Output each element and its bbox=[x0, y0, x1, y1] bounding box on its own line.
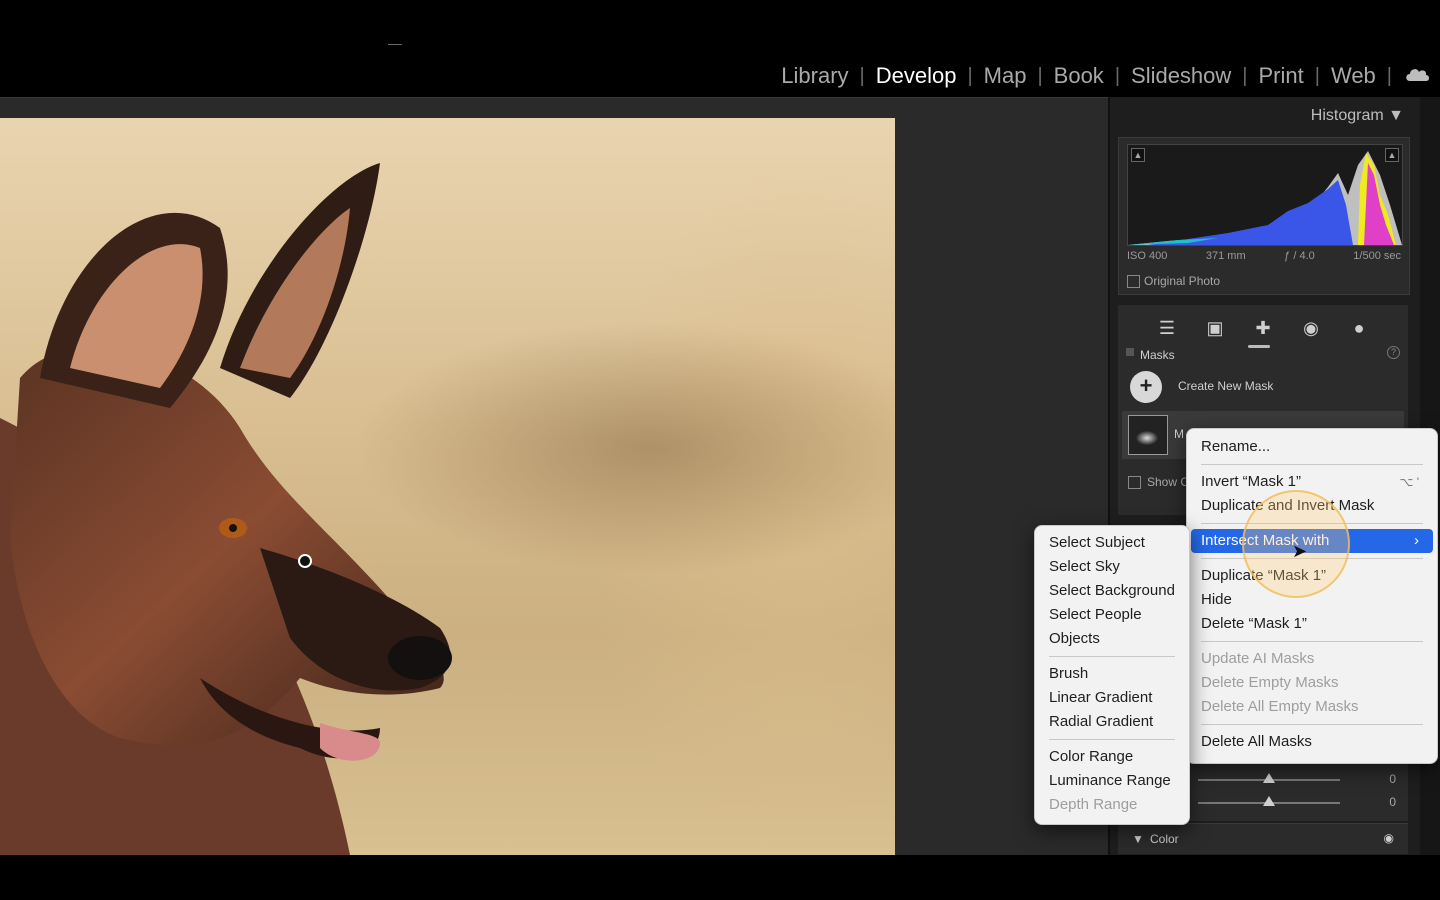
menu-divider bbox=[1201, 464, 1423, 465]
module-map[interactable]: Map bbox=[973, 63, 1038, 89]
menu-item-delete-all-masks[interactable]: Delete All Masks bbox=[1187, 730, 1437, 754]
histogram-title[interactable]: Histogram ▼ bbox=[1311, 107, 1404, 125]
menu-item-rename[interactable]: Rename... bbox=[1187, 435, 1437, 459]
create-new-mask-button[interactable]: + bbox=[1130, 371, 1162, 403]
title-dash bbox=[388, 44, 402, 45]
module-library[interactable]: Library bbox=[770, 63, 859, 89]
crop-icon[interactable]: ▣ bbox=[1202, 318, 1228, 339]
module-bar: Library | Develop | Map | Book | Slidesh… bbox=[0, 0, 1440, 97]
help-icon[interactable]: ? bbox=[1387, 346, 1400, 359]
histogram-plot[interactable]: ▲ ▲ bbox=[1127, 144, 1403, 246]
masks-header[interactable]: Masks ? bbox=[1118, 341, 1408, 365]
focal-length-value: 371 mm bbox=[1205, 250, 1246, 262]
submenu-luminance-range[interactable]: Luminance Range bbox=[1035, 769, 1189, 793]
menu-item-invert-label: Invert “Mask 1” bbox=[1201, 473, 1302, 490]
submenu-select-background[interactable]: Select Background bbox=[1035, 579, 1189, 603]
cloud-icon[interactable] bbox=[1392, 66, 1430, 87]
eye-icon[interactable]: ◉ bbox=[1384, 831, 1394, 845]
menu-item-delete-empty-masks: Delete Empty Masks bbox=[1201, 674, 1339, 691]
healing-icon[interactable]: ✚ bbox=[1250, 318, 1276, 339]
submenu-color-range[interactable]: Color Range bbox=[1035, 745, 1189, 769]
shutter-value: 1/500 sec bbox=[1353, 250, 1401, 262]
menu-divider bbox=[1049, 739, 1175, 740]
panel-grip[interactable] bbox=[1248, 345, 1270, 348]
intersect-submenu: Select Subject Select Sky Select Backgro… bbox=[1034, 525, 1190, 825]
mouse-pointer-icon: ➤ bbox=[1292, 541, 1308, 561]
iso-value: ISO 400 bbox=[1127, 250, 1168, 262]
submenu-select-subject[interactable]: Select Subject bbox=[1035, 531, 1189, 555]
menu-item-delete[interactable]: Delete “Mask 1” bbox=[1187, 612, 1437, 636]
submenu-brush[interactable]: Brush bbox=[1035, 662, 1189, 686]
red-eye-icon[interactable]: ◉ bbox=[1298, 318, 1324, 339]
masks-title: Masks bbox=[1140, 348, 1175, 362]
submenu-radial-gradient[interactable]: Radial Gradient bbox=[1035, 710, 1189, 734]
create-new-mask-label[interactable]: Create New Mask bbox=[1178, 379, 1273, 393]
panel-square-icon bbox=[1126, 348, 1134, 356]
module-develop[interactable]: Develop bbox=[865, 63, 968, 89]
original-photo-checkbox[interactable] bbox=[1127, 274, 1140, 288]
filmstrip-bar bbox=[0, 855, 1440, 900]
menu-divider bbox=[1201, 724, 1423, 725]
triangle-down-icon[interactable]: ▼ bbox=[1132, 832, 1144, 846]
mask-thumbnail[interactable] bbox=[1128, 415, 1168, 455]
color-section-header[interactable]: ▼ Color ◉ bbox=[1118, 823, 1408, 854]
mask-context-menu: Rename... Invert “Mask 1” ⌥ ' Duplicate … bbox=[1186, 428, 1438, 764]
submenu-objects[interactable]: Objects bbox=[1035, 627, 1189, 651]
slider-value[interactable]: 0 bbox=[1389, 772, 1396, 786]
show-overlay-checkbox[interactable] bbox=[1128, 475, 1141, 489]
module-picker: Library | Develop | Map | Book | Slidesh… bbox=[770, 60, 1430, 92]
show-overlay-toggle[interactable]: Show C bbox=[1128, 475, 1189, 489]
submenu-linear-gradient[interactable]: Linear Gradient bbox=[1035, 686, 1189, 710]
photo-canvas[interactable] bbox=[0, 118, 895, 855]
module-print[interactable]: Print bbox=[1248, 63, 1315, 89]
sliders-icon[interactable]: ☰ bbox=[1154, 318, 1180, 339]
menu-item-delete-all-empty-masks: Delete All Empty Masks bbox=[1201, 698, 1359, 715]
original-photo-label: Original Photo bbox=[1144, 274, 1221, 288]
aperture-value: ƒ / 4.0 bbox=[1284, 250, 1315, 262]
submenu-select-people[interactable]: Select People bbox=[1035, 603, 1189, 627]
slider-thumb[interactable] bbox=[1263, 773, 1275, 783]
module-web[interactable]: Web bbox=[1320, 63, 1387, 89]
menu-item-invert[interactable]: Invert “Mask 1” ⌥ ' bbox=[1187, 470, 1437, 494]
slider-value[interactable]: 0 bbox=[1389, 795, 1396, 809]
module-slideshow[interactable]: Slideshow bbox=[1120, 63, 1242, 89]
mask-name: M bbox=[1174, 427, 1184, 441]
mask-pin[interactable] bbox=[298, 554, 312, 568]
menu-divider bbox=[1201, 641, 1423, 642]
submenu-select-sky[interactable]: Select Sky bbox=[1035, 555, 1189, 579]
module-book[interactable]: Book bbox=[1043, 63, 1115, 89]
menu-divider bbox=[1049, 656, 1175, 657]
original-photo-toggle[interactable]: Original Photo bbox=[1127, 274, 1220, 288]
triangle-down-icon[interactable]: ▼ bbox=[1388, 107, 1404, 124]
chevron-right-icon: › bbox=[1414, 532, 1419, 549]
submenu-depth-range: Depth Range bbox=[1049, 796, 1138, 813]
highlight-clipping-icon[interactable]: ▲ bbox=[1385, 148, 1399, 162]
show-overlay-label: Show C bbox=[1147, 475, 1190, 489]
color-section-label: Color bbox=[1150, 832, 1179, 846]
dog-image bbox=[0, 163, 452, 855]
slider-thumb[interactable] bbox=[1263, 796, 1275, 806]
histogram-title-text: Histogram bbox=[1310, 107, 1384, 124]
shadow-clipping-icon[interactable]: ▲ bbox=[1131, 148, 1145, 162]
masking-icon[interactable]: ● bbox=[1346, 318, 1372, 339]
menu-shortcut: ⌥ ' bbox=[1399, 475, 1419, 489]
menu-item-update-ai-masks: Update AI Masks bbox=[1201, 650, 1315, 667]
histogram-panel: ▲ ▲ ISO 400 371 mm ƒ / 4.0 1/500 sec Ori… bbox=[1118, 137, 1410, 295]
exif-info: ISO 400 371 mm ƒ / 4.0 1/500 sec bbox=[1127, 250, 1401, 262]
